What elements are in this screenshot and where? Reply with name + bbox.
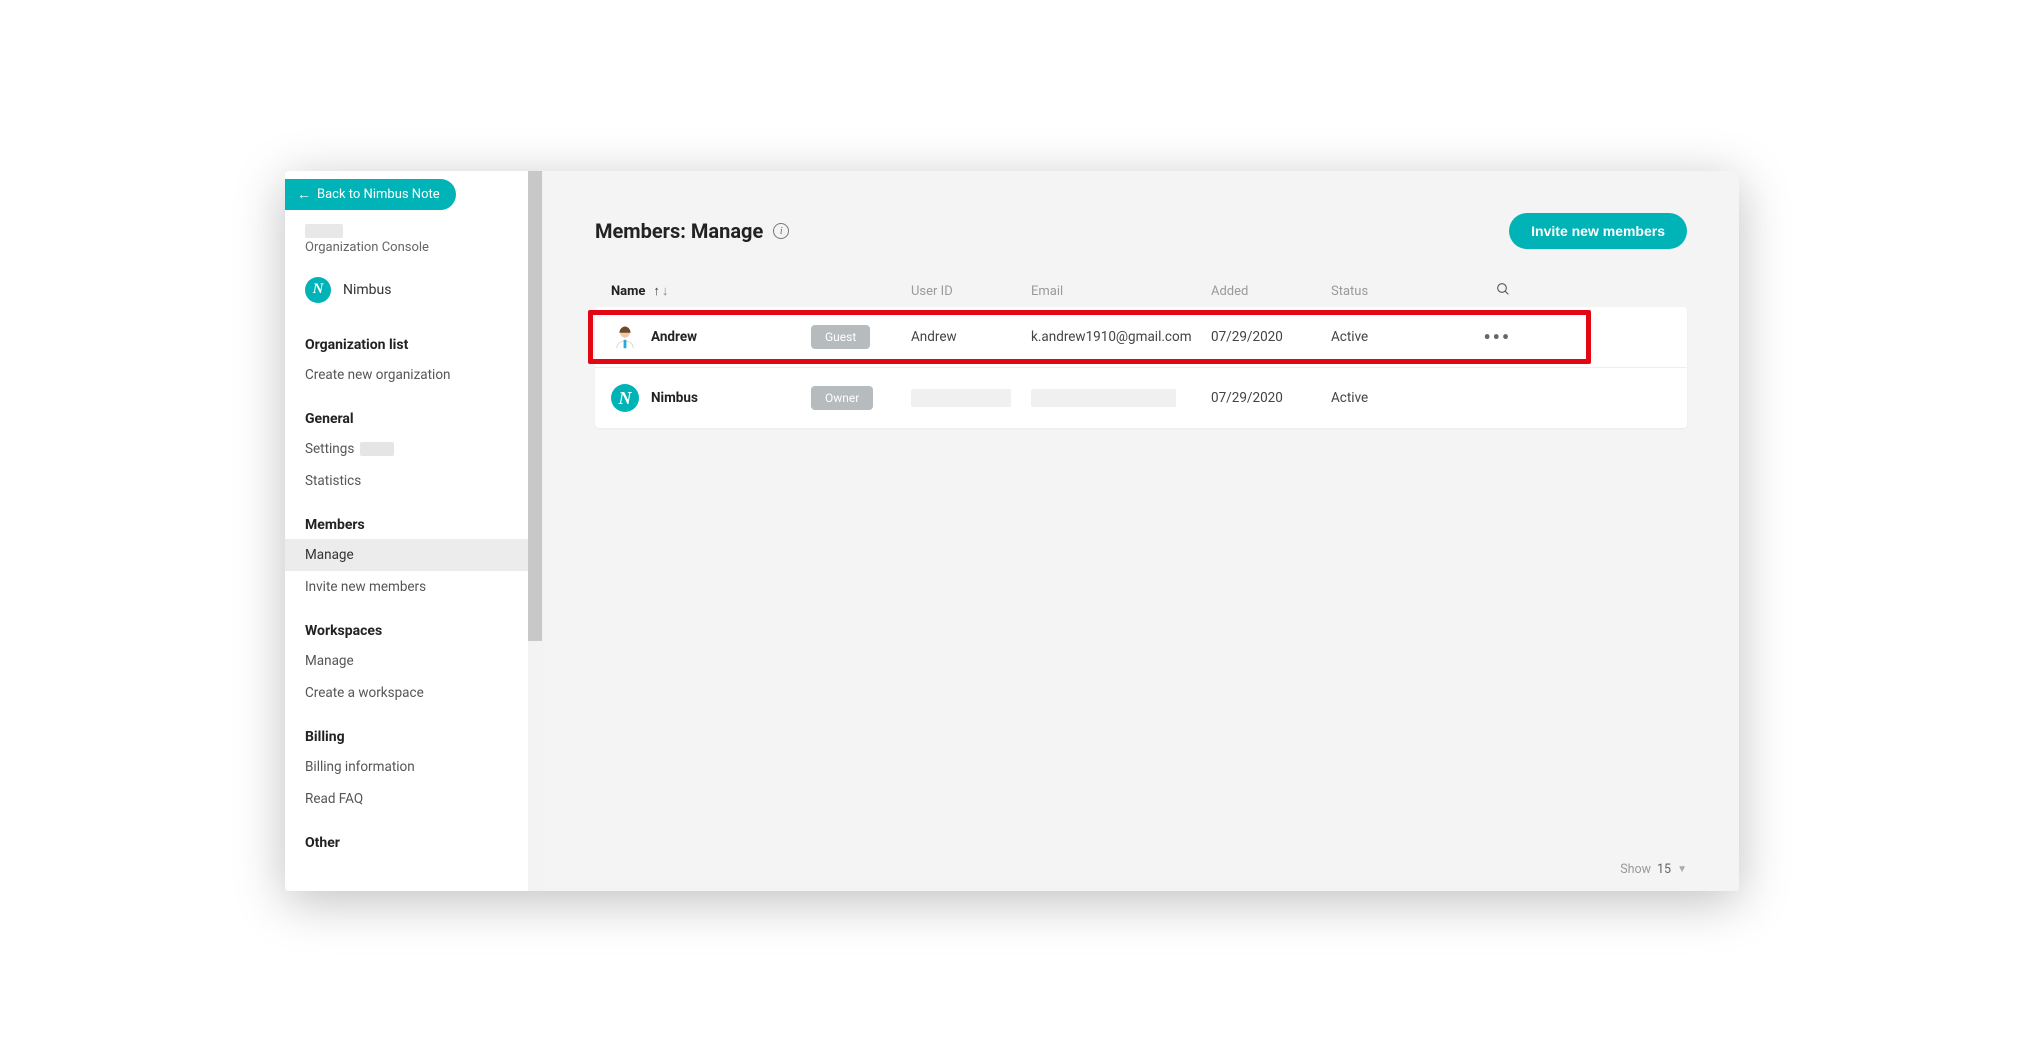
redacted-block (305, 224, 343, 238)
cell-added: 07/29/2020 (1211, 329, 1331, 345)
sidebar: ← Back to Nimbus Note Organization Conso… (285, 171, 543, 891)
nav-read-faq[interactable]: Read FAQ (285, 783, 542, 815)
nav-members-manage[interactable]: Manage (285, 539, 542, 571)
col-status[interactable]: Status (1331, 284, 1451, 299)
members-table: AndrewGuestAndrewk.andrew1910@gmail.com0… (595, 307, 1687, 428)
col-name-label: Name (611, 284, 645, 299)
nav-settings[interactable]: Settings (285, 433, 542, 465)
page-header: Members: Manage i Invite new members (595, 213, 1687, 249)
nav-workspaces-create[interactable]: Create a workspace (285, 677, 542, 709)
sidebar-scroll: ← Back to Nimbus Note Organization Conso… (285, 171, 542, 891)
member-name: Andrew (651, 329, 697, 345)
org-logo-placeholder (285, 218, 542, 240)
nav-heading-org-list: Organization list (285, 327, 542, 359)
page-title-wrap: Members: Manage i (595, 219, 789, 243)
footer-show-label: Show (1620, 862, 1651, 877)
nav-section-workspaces: Workspaces Manage Create a workspace (285, 603, 542, 709)
member-name: Nimbus (651, 390, 698, 406)
nav-section-general: General Settings Statistics (285, 391, 542, 497)
cell-user-id: Andrew (911, 329, 1031, 345)
col-user-id[interactable]: User ID (911, 284, 1031, 299)
org-console-label: Organization Console (285, 240, 542, 267)
nav-section-other: Other (285, 815, 542, 857)
role-badge: Owner (811, 386, 873, 410)
nav-heading-general: General (285, 401, 542, 433)
nav-heading-members: Members (285, 507, 542, 539)
cell-status: Active (1331, 329, 1451, 345)
page-title: Members: Manage (595, 219, 763, 243)
cell-status: Active (1331, 390, 1451, 406)
nav-section-members: Members Manage Invite new members (285, 497, 542, 603)
nav-members-invite[interactable]: Invite new members (285, 571, 542, 603)
nav-workspaces-manage[interactable]: Manage (285, 645, 542, 677)
caret-down-icon: ▼ (1677, 864, 1687, 875)
table-row[interactable]: N Nimbus Owner 07/29/2020Active (595, 368, 1687, 428)
nav-billing-info[interactable]: Billing information (285, 751, 542, 783)
app-frame: ← Back to Nimbus Note Organization Conso… (285, 171, 1739, 891)
cell-added: 07/29/2020 (1211, 390, 1331, 406)
table-row[interactable]: AndrewGuestAndrewk.andrew1910@gmail.com0… (595, 307, 1687, 368)
selected-org-name: Nimbus (343, 282, 391, 298)
search-icon[interactable] (1495, 281, 1511, 301)
info-icon[interactable]: i (773, 223, 789, 239)
avatar (611, 323, 639, 351)
cell-email: k.andrew1910@gmail.com (1031, 329, 1211, 345)
col-email[interactable]: Email (1031, 284, 1211, 299)
nav-section-org: Organization list Create new organizatio… (285, 317, 542, 391)
cell-email (1031, 389, 1211, 407)
redacted-block (360, 442, 394, 456)
footer-page-size: 15 (1657, 862, 1671, 877)
col-name[interactable]: Name ↑ ↓ (611, 283, 811, 299)
selected-org[interactable]: N Nimbus (285, 267, 542, 317)
invite-members-button[interactable]: Invite new members (1509, 213, 1687, 249)
cell-name: Andrew (611, 323, 811, 351)
arrow-left-icon: ← (297, 188, 311, 202)
nav-heading-other: Other (285, 825, 542, 857)
cell-user-id (911, 389, 1031, 407)
nav-statistics[interactable]: Statistics (285, 465, 542, 497)
pagination-footer[interactable]: Show 15 ▼ (1620, 862, 1687, 877)
table-header: Name ↑ ↓ User ID Email Added Status (595, 275, 1687, 307)
nav-settings-label: Settings (305, 441, 354, 457)
nav-heading-billing: Billing (285, 719, 542, 751)
nav-heading-workspaces: Workspaces (285, 613, 542, 645)
back-label: Back to Nimbus Note (317, 187, 440, 202)
redacted-block (1031, 389, 1176, 407)
scrollbar-thumb[interactable] (528, 171, 542, 641)
redacted-block (911, 389, 1011, 407)
nav-section-billing: Billing Billing information Read FAQ (285, 709, 542, 815)
nav-create-organization[interactable]: Create new organization (285, 359, 542, 391)
row-actions-button[interactable]: ••• (1483, 325, 1511, 349)
back-to-app-button[interactable]: ← Back to Nimbus Note (285, 179, 456, 210)
avatar: N (611, 384, 639, 412)
sort-arrows-icon[interactable]: ↑ ↓ (653, 283, 668, 299)
main-content: Members: Manage i Invite new members Nam… (543, 171, 1739, 891)
sort-desc-icon: ↓ (662, 283, 669, 299)
col-added[interactable]: Added (1211, 284, 1331, 299)
sidebar-scrollbar[interactable] (528, 171, 542, 891)
sort-asc-icon: ↑ (653, 283, 660, 299)
org-badge-icon: N (305, 277, 331, 303)
cell-name: N Nimbus (611, 384, 811, 412)
role-badge: Guest (811, 325, 870, 349)
